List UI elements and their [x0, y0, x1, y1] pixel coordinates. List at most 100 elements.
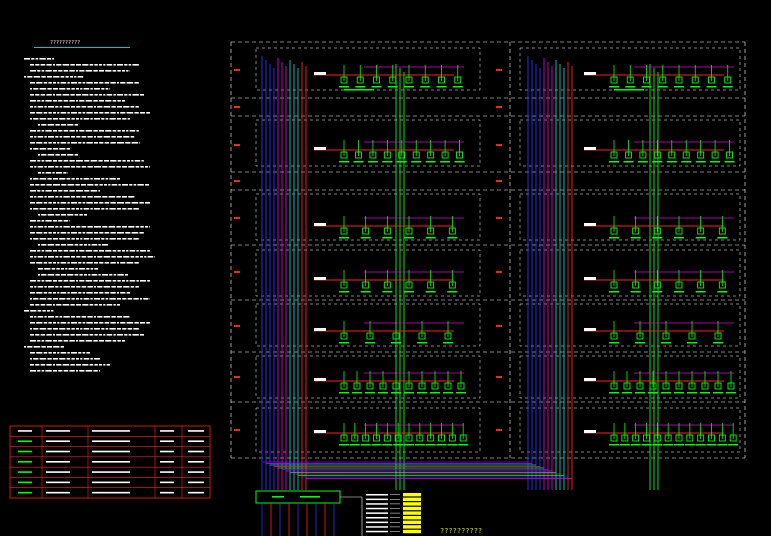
- note-text-fragment: [133, 238, 139, 240]
- notes-title: ??????????: [50, 40, 81, 46]
- note-text-fragment: [36, 142, 43, 144]
- note-text-fragment: [37, 256, 44, 258]
- note-text-fragment: [129, 184, 133, 186]
- note-text-fragment: [89, 364, 94, 366]
- note-text-fragment: [47, 346, 52, 348]
- note-text-fragment: [53, 202, 56, 204]
- note-text-fragment: [117, 292, 119, 294]
- note-text-fragment: [66, 238, 71, 240]
- note-text-fragment: [101, 88, 105, 90]
- note-text-fragment: [104, 184, 107, 186]
- legend-symbol: [18, 430, 32, 432]
- device-label: [609, 86, 619, 88]
- note-text-fragment: [45, 250, 52, 252]
- device-label: [404, 444, 414, 446]
- note-text-fragment: [112, 130, 117, 132]
- device-label: [652, 291, 663, 293]
- note-text-fragment: [104, 112, 110, 114]
- note-text-fragment: [133, 298, 139, 300]
- note-text-fragment: [102, 244, 108, 246]
- note-text-fragment: [38, 268, 43, 270]
- legend-unit-text: [160, 440, 174, 443]
- note-text-fragment: [82, 304, 89, 306]
- note-text-fragment: [60, 202, 67, 204]
- note-text-fragment: [94, 286, 96, 288]
- note-text-fragment: [99, 292, 104, 294]
- note-text-fragment: [30, 310, 37, 312]
- note-text-fragment: [76, 238, 79, 240]
- note-text-fragment: [94, 106, 96, 108]
- note-text-fragment: [53, 148, 58, 150]
- device-label: [722, 86, 733, 88]
- note-text-fragment: [78, 112, 82, 114]
- note-text-fragment: [44, 256, 47, 258]
- note-text-fragment: [37, 100, 41, 102]
- note-text-fragment: [122, 340, 125, 342]
- note-text-fragment: [33, 178, 39, 180]
- device-label: [695, 291, 706, 293]
- note-text-fragment: [101, 208, 105, 210]
- note-text-fragment: [47, 118, 52, 120]
- legend-symbol: [18, 481, 32, 484]
- note-text-fragment: [123, 256, 130, 258]
- note-text-fragment: [40, 364, 46, 366]
- note-text-fragment: [71, 328, 75, 330]
- note-text-fragment: [53, 370, 57, 372]
- note-text-fragment: [146, 112, 150, 114]
- note-text-fragment: [71, 316, 75, 318]
- note-text-fragment: [60, 292, 67, 294]
- note-text-fragment: [53, 178, 58, 180]
- note-text-fragment: [24, 310, 29, 312]
- note-text-fragment: [94, 328, 100, 330]
- note-text-fragment: [117, 286, 122, 288]
- device-label: [452, 86, 463, 88]
- note-text-fragment: [81, 136, 87, 138]
- note-text-fragment: [85, 70, 93, 72]
- note-text-fragment: [66, 178, 71, 180]
- note-text-fragment: [94, 238, 100, 240]
- note-text-fragment: [30, 238, 32, 240]
- note-text-fragment: [103, 334, 106, 336]
- note-text-fragment: [55, 106, 59, 108]
- note-text-fragment: [105, 280, 112, 282]
- note-text-fragment: [76, 136, 81, 138]
- note-text-fragment: [42, 310, 46, 312]
- equipment-list-highlight: [403, 493, 421, 497]
- note-text-fragment: [94, 334, 98, 336]
- note-text-fragment: [48, 286, 54, 288]
- note-text-fragment: [55, 226, 59, 228]
- note-text-fragment: [70, 304, 75, 306]
- note-text-fragment: [41, 250, 45, 252]
- note-text-fragment: [127, 328, 133, 330]
- device-label: [625, 86, 636, 88]
- equipment-list-highlight: [403, 529, 421, 534]
- note-text-fragment: [99, 100, 104, 102]
- note-text-fragment: [69, 250, 75, 252]
- note-text-fragment: [109, 118, 116, 120]
- note-text-fragment: [127, 238, 133, 240]
- note-text-fragment: [117, 334, 123, 336]
- note-text-fragment: [24, 346, 26, 348]
- note-text-fragment: [37, 160, 41, 162]
- drawing-caption: ??????????: [440, 527, 483, 535]
- note-text-fragment: [63, 286, 70, 288]
- note-text-fragment: [42, 172, 45, 174]
- note-text-fragment: [38, 124, 40, 126]
- note-text-fragment: [134, 160, 141, 162]
- device-label: [425, 161, 436, 163]
- note-text-fragment: [78, 142, 82, 144]
- note-text-fragment: [30, 190, 36, 192]
- note-text-fragment: [53, 160, 57, 162]
- note-text-fragment: [53, 118, 58, 120]
- note-text-fragment: [59, 226, 63, 228]
- note-text-fragment: [78, 82, 82, 84]
- note-text-fragment: [43, 292, 48, 294]
- note-text-fragment: [94, 88, 100, 90]
- note-text-fragment: [71, 208, 75, 210]
- note-text-fragment: [71, 232, 77, 234]
- note-text-fragment: [82, 232, 86, 234]
- note-text-fragment: [79, 274, 83, 276]
- note-text-fragment: [47, 310, 50, 312]
- note-text-fragment: [143, 298, 149, 300]
- device-label: [371, 86, 382, 88]
